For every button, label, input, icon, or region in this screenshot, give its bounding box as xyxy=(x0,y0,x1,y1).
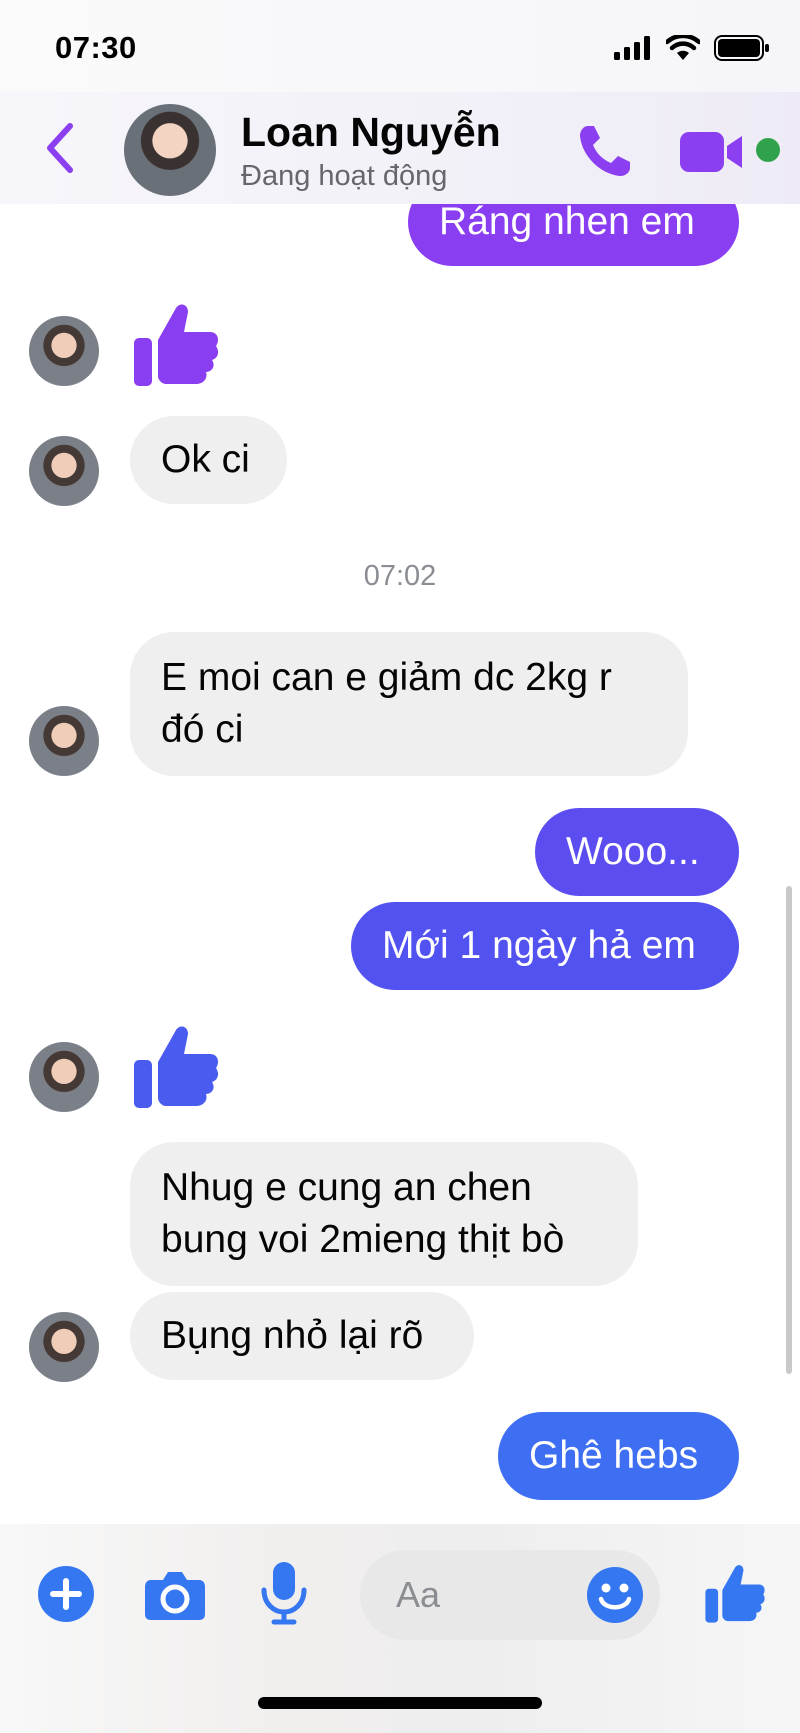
cellular-signal-icon xyxy=(614,36,650,60)
message-bubble-incoming[interactable]: E moi can e giảm dc 2kg r đó ci xyxy=(130,632,688,776)
home-indicator[interactable] xyxy=(258,1697,542,1709)
message-bubble-incoming[interactable]: Bụng nhỏ lại rõ xyxy=(130,1292,474,1380)
thumbs-up-icon[interactable] xyxy=(132,1022,220,1110)
status-time: 07:30 xyxy=(55,30,137,65)
plus-circle-icon[interactable] xyxy=(36,1564,96,1624)
thumbs-up-icon[interactable] xyxy=(704,1562,766,1624)
message-bubble-outgoing[interactable]: Wooo... xyxy=(535,808,739,896)
message-bubble-outgoing[interactable]: Ráng nhen em xyxy=(408,204,739,266)
status-bar: 07:30 xyxy=(0,0,800,100)
video-camera-icon[interactable] xyxy=(678,128,746,176)
contact-avatar-small[interactable] xyxy=(29,436,99,506)
contact-status: Đang hoạt động xyxy=(241,160,448,192)
battery-icon xyxy=(714,35,769,61)
contact-avatar[interactable] xyxy=(124,104,216,196)
online-status-dot xyxy=(756,138,780,162)
contact-avatar-small[interactable] xyxy=(29,706,99,776)
message-bubble-incoming[interactable]: Ok ci xyxy=(130,416,287,504)
message-timestamp: 07:02 xyxy=(363,560,437,592)
contact-avatar-small[interactable] xyxy=(29,1042,99,1112)
chat-header: Loan Nguyễn Đang hoạt động xyxy=(0,92,800,204)
camera-icon[interactable] xyxy=(143,1564,207,1624)
wifi-icon xyxy=(666,35,700,60)
phone-icon[interactable] xyxy=(574,120,636,182)
scrollbar[interactable] xyxy=(786,886,792,1374)
microphone-icon[interactable] xyxy=(258,1560,310,1626)
message-bubble-incoming[interactable]: Nhug e cung an chen bung voi 2mieng thịt… xyxy=(130,1142,638,1286)
thumbs-up-icon[interactable] xyxy=(132,300,220,388)
smiley-icon[interactable] xyxy=(586,1566,644,1624)
message-bubble-outgoing[interactable]: Mới 1 ngày hả em xyxy=(351,902,739,990)
message-bubble-outgoing[interactable]: Ghê hebs xyxy=(498,1412,739,1500)
contact-avatar-small[interactable] xyxy=(29,1312,99,1382)
message-list[interactable]: Ráng nhen em Ok ci 07:02 E moi can e giả… xyxy=(0,204,800,1524)
status-icons xyxy=(614,33,770,63)
contact-avatar-small[interactable] xyxy=(29,316,99,386)
contact-name[interactable]: Loan Nguyễn xyxy=(241,109,501,156)
chevron-left-icon[interactable] xyxy=(40,120,80,176)
